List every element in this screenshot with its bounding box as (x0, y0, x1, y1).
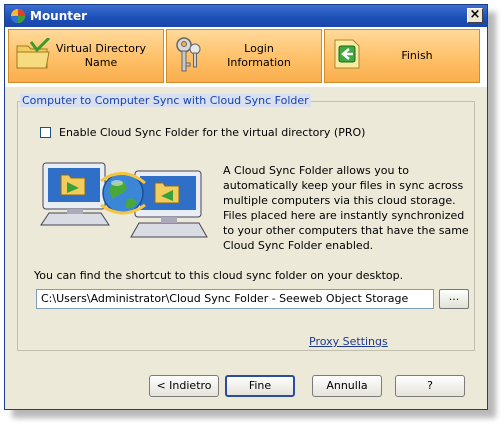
content-area: Computer to Computer Sync with Cloud Syn… (5, 91, 487, 359)
title-bar[interactable]: Mounter × (5, 5, 487, 27)
finish-button[interactable]: Fine (225, 375, 295, 397)
enable-cloud-sync-checkbox[interactable] (40, 127, 51, 138)
wizard-step-login[interactable]: Login Information (166, 29, 322, 83)
cancel-button[interactable]: Annulla (312, 375, 382, 397)
computer-sync-illustration (40, 162, 208, 238)
wizard-step-virtual-directory[interactable]: Virtual Directory Name (8, 29, 164, 83)
step-label: Finish (401, 49, 433, 62)
help-button[interactable]: ? (395, 375, 465, 397)
group-title: Computer to Computer Sync with Cloud Syn… (20, 94, 311, 107)
enable-cloud-sync-label[interactable]: Enable Cloud Sync Folder for the virtual… (59, 126, 365, 139)
browse-button[interactable]: ... (439, 289, 469, 309)
step-label: Login Information (227, 42, 291, 69)
close-button[interactable]: × (467, 8, 483, 23)
window-title: Mounter (30, 9, 88, 23)
keys-icon (176, 37, 201, 72)
app-icon (11, 9, 25, 23)
finish-arrow-icon (334, 39, 360, 69)
shortcut-note: You can find the shortcut to this cloud … (34, 269, 404, 282)
cloud-sync-description: A Cloud Sync Folder allows you to automa… (223, 164, 469, 252)
mounter-window: Mounter × Virtual Directory Name Login I… (4, 4, 488, 410)
proxy-settings-link[interactable]: Proxy Settings (309, 335, 388, 348)
step-label: Virtual Directory Name (55, 42, 147, 69)
sync-folder-path-input[interactable]: C:\Users\Administrator\Cloud Sync Folder… (36, 289, 434, 309)
wizard-steps-bar: Virtual Directory Name Login Information… (5, 27, 487, 87)
wizard-step-finish[interactable]: Finish (324, 29, 480, 83)
back-button[interactable]: < Indietro (149, 375, 219, 397)
